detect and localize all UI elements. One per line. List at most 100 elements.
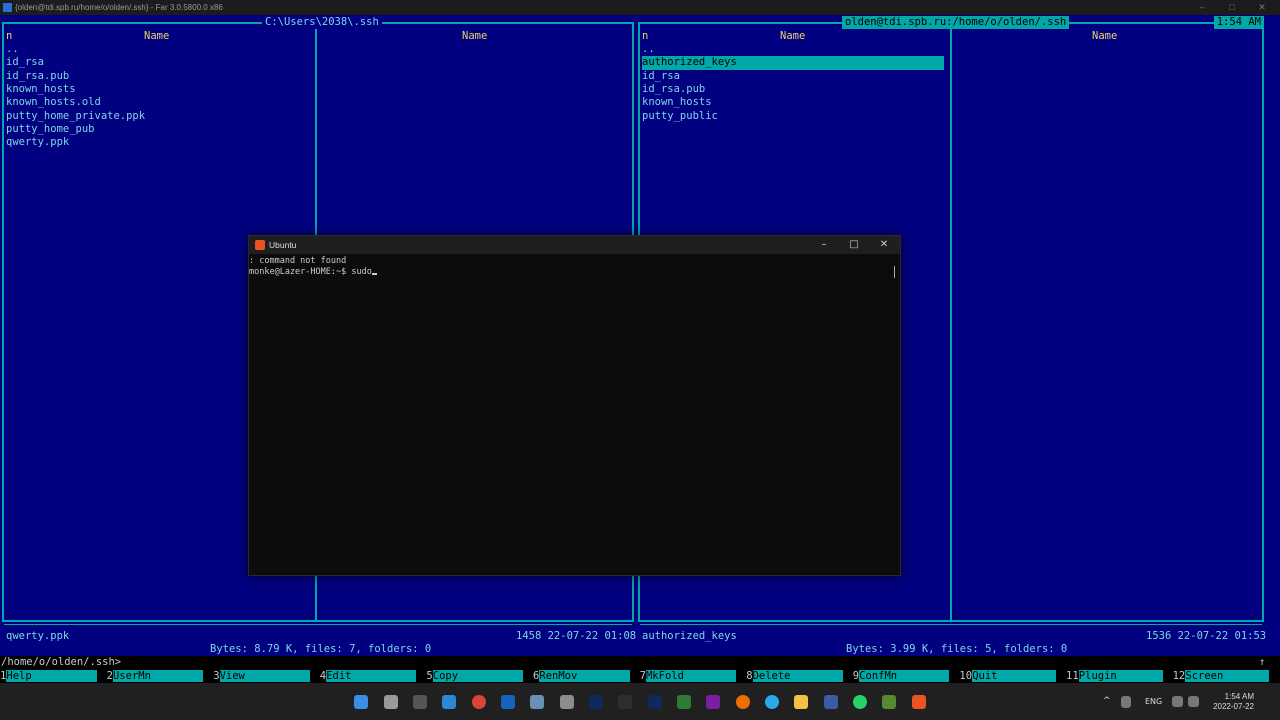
file-item[interactable]: putty_public [642,110,718,123]
file-item[interactable]: .. [6,43,19,56]
right-panel-divider [640,624,1262,625]
fkey-number: 9 [852,670,860,682]
fkey-screen-button[interactable]: 12 Screen [1173,670,1276,682]
spreadsheet-icon[interactable] [677,695,691,709]
fkey-plugin-button[interactable]: 11 Plugin [1066,670,1169,682]
microphone-icon[interactable] [1121,696,1131,708]
telegram-icon[interactable] [765,695,779,709]
close-button[interactable]: ✕ [1247,0,1277,15]
fkey-number: 1 [0,670,7,682]
fkey-number: 10 [959,670,973,682]
fkey-copy-button[interactable]: 5 Copy [426,670,529,682]
terminal-cursor [371,273,377,275]
file-item[interactable]: id_rsa [642,70,680,83]
fkey-view-button[interactable]: 3 View [213,670,316,682]
ubuntu-taskbar-icon[interactable] [912,695,926,709]
ubuntu-maximize-button[interactable]: □ [839,236,869,254]
vs-code-icon[interactable] [824,695,838,709]
fkey-mkfold-button[interactable]: 7 MkFold [640,670,743,682]
fkey-label: ConfMn [859,670,950,682]
right-panel-column-n: n [642,30,649,42]
file-item[interactable]: known_hosts [642,96,712,109]
ubuntu-logo-icon [255,240,265,250]
network-tool-icon[interactable] [530,695,544,709]
left-panel-summary: Bytes: 8.79 K, files: 7, folders: 0 [207,643,435,657]
photoshop-2-icon[interactable] [648,695,662,709]
fkey-number: 7 [639,670,646,682]
fkey-number: 2 [106,670,113,682]
fkey-usermn-button[interactable]: 2 UserMn [107,670,210,682]
network-icon[interactable] [1172,696,1183,707]
far-title-bar: {olden@tdi.spb.ru/home/o/olden/.ssh} - F… [0,0,1280,15]
file-item[interactable]: known_hosts.old [6,96,101,109]
fkey-quit-button[interactable]: 10 Quit [959,670,1062,682]
refresh-app-icon[interactable] [736,695,750,709]
right-panel-column-separator [950,24,952,620]
scroll-up-icon[interactable]: ↑ [1259,656,1265,669]
fkey-edit-button[interactable]: 4 Edit [320,670,423,682]
file-explorer-icon[interactable] [794,695,808,709]
file-item[interactable]: qwerty.ppk [6,136,69,149]
windows-taskbar: ^ ENG 1:54 AM 2022-07-22 [0,683,1280,720]
maximize-button[interactable]: □ [1217,0,1247,15]
language-indicator[interactable]: ENG [1145,683,1162,720]
terminal-scrollbar[interactable] [894,266,895,278]
ubuntu-close-button[interactable]: ✕ [869,236,899,254]
whatsapp-icon[interactable] [853,695,867,709]
file-item[interactable]: id_rsa.pub [6,70,69,83]
fkey-renmov-button[interactable]: 6 RenMov [533,670,636,682]
terminal-icon[interactable] [413,695,427,709]
fkey-label: Delete [752,670,843,682]
file-item[interactable]: .. [642,43,655,56]
fkey-label: MkFold [645,670,737,682]
right-panel-current-file: authorized_keys [642,630,737,642]
left-panel-current-file: qwerty.ppk [6,630,70,642]
tray-chevron-icon[interactable]: ^ [1103,683,1111,720]
right-panel-column-name[interactable]: Name [780,30,805,43]
tray-time: 1:54 AM [1224,692,1254,701]
photoshop-icon[interactable] [589,695,603,709]
shield-app-icon[interactable] [618,695,632,709]
fkey-number: 5 [426,670,433,682]
tray-clock[interactable]: 1:54 AM 2022-07-22 [1208,692,1254,712]
right-panel-column-name-2[interactable]: Name [1092,30,1117,43]
fkey-number: 8 [746,670,753,682]
file-item[interactable]: putty_home_private.ppk [6,110,145,123]
command-line[interactable]: /home/o/olden/.ssh> ↑ [0,656,1280,669]
left-panel-path[interactable]: C:\Users\2038\.ssh [262,16,382,30]
ubuntu-terminal-window[interactable]: Ubuntu – □ ✕ : command not found monke@L… [248,235,901,576]
far-manager-icon[interactable] [501,695,515,709]
file-item[interactable]: id_rsa [6,56,44,69]
tray-date: 2022-07-22 [1213,702,1254,711]
file-item[interactable]: authorized_keys [642,56,944,70]
right-panel-path[interactable]: olden@tdi.spb.ru:/home/o/olden/.ssh [842,16,1070,30]
file-item[interactable]: putty_home_pub [6,123,95,136]
terminal-output[interactable]: : command not found monke@Lazer-HOME:~$ … [249,256,377,278]
remote-desktop-icon[interactable] [442,695,456,709]
start-icon[interactable] [354,695,368,709]
minimize-button[interactable]: – [1187,0,1217,15]
file-item[interactable]: id_rsa.pub [642,83,705,96]
fkey-number: 11 [1066,670,1079,682]
fkey-confmn-button[interactable]: 9 ConfMn [853,670,956,682]
calculator-icon[interactable] [560,695,574,709]
command-prompt: /home/o/olden/.ssh> [1,656,122,668]
far-app-icon [3,3,12,12]
volume-icon[interactable] [1188,696,1199,707]
file-item[interactable]: known_hosts [6,83,76,96]
fkey-number: 4 [319,670,327,682]
chrome-icon[interactable] [472,695,486,709]
fkey-delete-button[interactable]: 8 Delete [746,670,849,682]
ubuntu-window-title: Ubuntu [269,240,297,250]
terminal-line-error: : command not found [249,256,347,266]
left-panel-column-name-2[interactable]: Name [462,30,487,43]
task-view-icon[interactable] [384,695,398,709]
far-clock: 1:54 AM [1213,16,1264,30]
left-panel-column-n: n [6,30,13,42]
ide-icon[interactable] [706,695,720,709]
ubuntu-minimize-button[interactable]: – [809,236,839,254]
sync-app-icon[interactable] [882,695,896,709]
fkey-help-button[interactable]: 1 Help [0,670,103,682]
left-panel-column-name[interactable]: Name [144,30,169,43]
ubuntu-title-bar[interactable]: Ubuntu – □ ✕ [249,236,900,254]
